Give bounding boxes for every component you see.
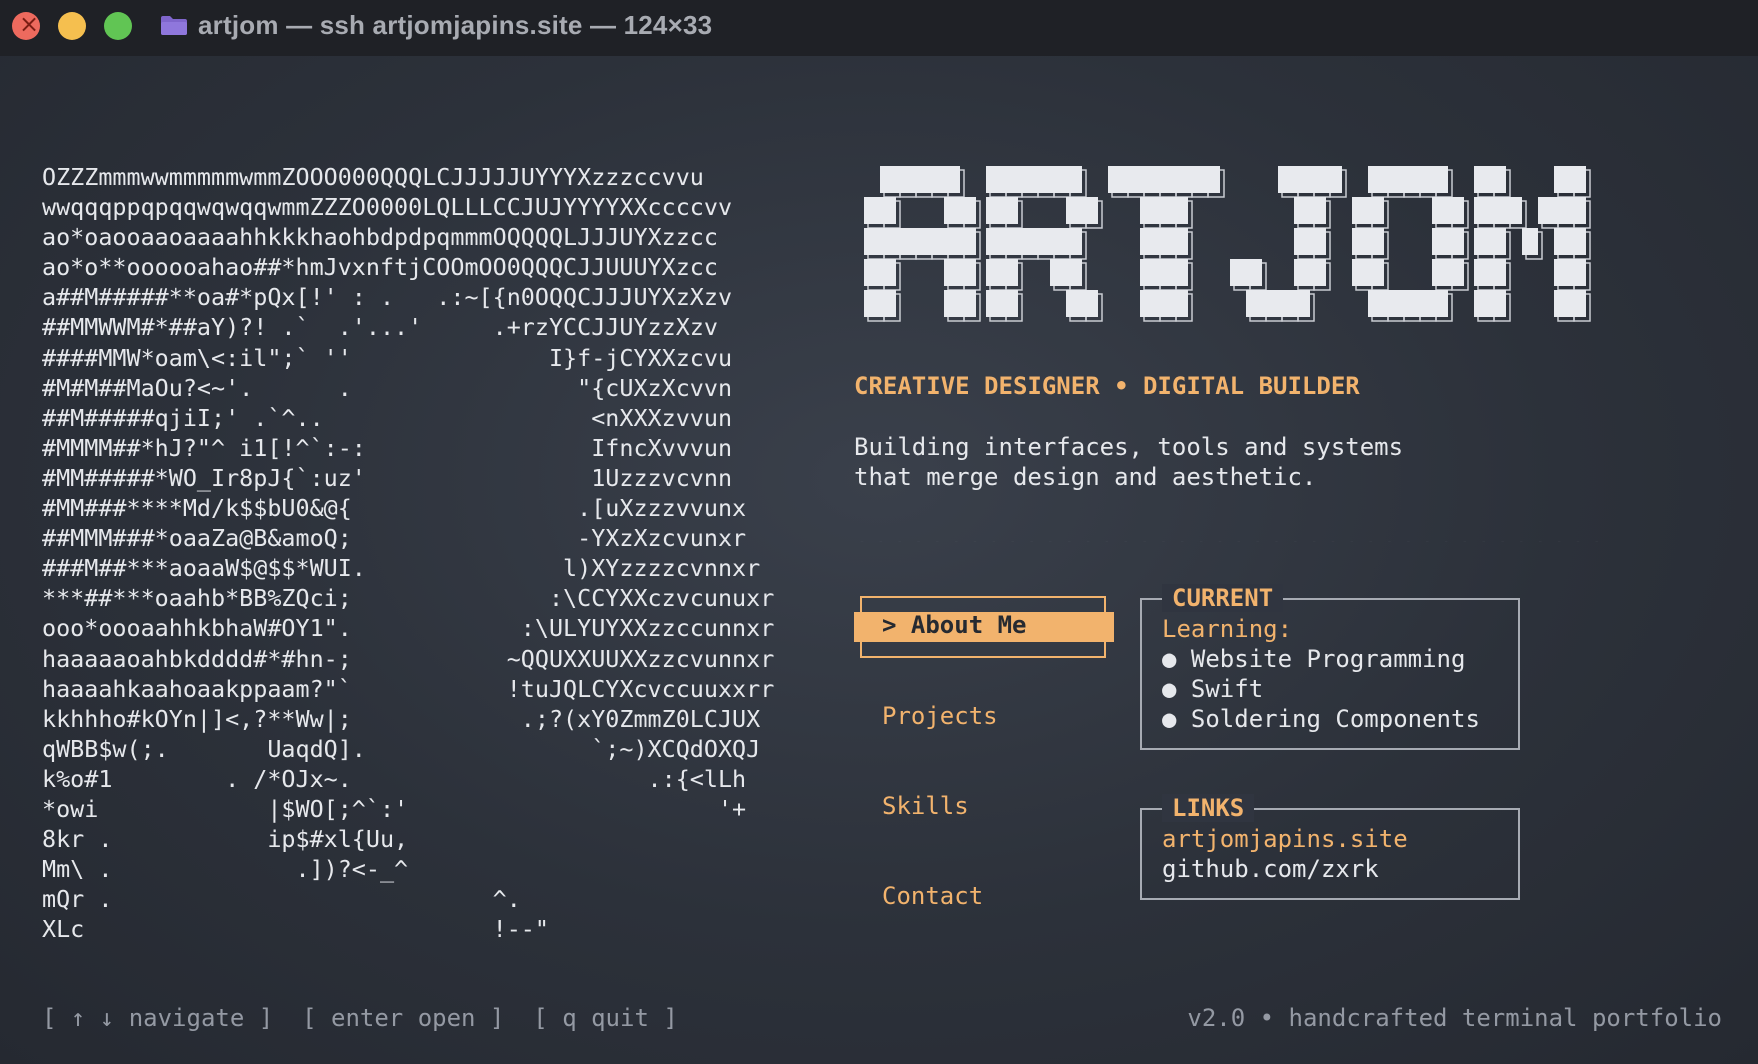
hint-navigate: [ ↑ ↓ navigate ] bbox=[42, 1004, 274, 1032]
minimize-icon[interactable] bbox=[58, 12, 86, 40]
window-title: artjom — ssh artjomjapins.site — 124×33 bbox=[198, 10, 713, 40]
close-icon[interactable] bbox=[12, 10, 40, 40]
hint-quit: [ q quit ] bbox=[533, 1004, 678, 1032]
bullet-icon: ● bbox=[1162, 645, 1177, 673]
links-panel-title: LINKS bbox=[1162, 794, 1255, 822]
current-panel-title: CURRENT bbox=[1162, 584, 1284, 612]
learning-item: ● Soldering Components bbox=[1162, 705, 1480, 733]
title-bar: artjom — ssh artjomjapins.site — 124×33 bbox=[0, 0, 1758, 56]
dotted-divider: ........................................… bbox=[856, 526, 1610, 542]
maximize-icon[interactable] bbox=[104, 12, 132, 40]
website-link[interactable]: artjomjapins.site bbox=[1162, 825, 1408, 853]
menu-item-about-me[interactable]: > About Me bbox=[854, 596, 1114, 658]
learning-item: ● Swift bbox=[1162, 675, 1264, 703]
bio-line-1: Building interfaces, tools and systems bbox=[854, 433, 1404, 461]
learning-item: ● Website Programming bbox=[1162, 645, 1466, 673]
selection-caret: > bbox=[882, 611, 911, 639]
bio-text: Building interfaces, tools and systems t… bbox=[854, 432, 1403, 492]
ascii-portrait: OZZZmmmwwmmmmmwmmZOOO000QQQLCJJJJJUYYYXz… bbox=[42, 163, 775, 944]
bullet-icon: ● bbox=[1162, 705, 1177, 733]
links-panel: LINKS artjomjapins.site github.com/zxrk bbox=[1140, 794, 1520, 900]
menu-item-skills[interactable]: Skills bbox=[882, 792, 969, 820]
menu-item-projects[interactable]: Projects bbox=[882, 702, 998, 730]
github-link[interactable]: github.com/zxrk bbox=[1162, 855, 1379, 883]
menu-item-contact[interactable]: Contact bbox=[882, 882, 983, 910]
learning-heading: Learning: bbox=[1162, 615, 1293, 643]
current-panel: CURRENT Learning: ● Website Programming … bbox=[1140, 584, 1520, 750]
hint-enter-open: [ enter open ] bbox=[302, 1004, 505, 1032]
bio-line-2: that merge design and aesthetic. bbox=[854, 463, 1317, 491]
version-info: v2.0 • handcrafted terminal portfolio bbox=[1187, 1004, 1722, 1032]
folder-icon bbox=[161, 16, 187, 35]
terminal-window: artjom — ssh artjomjapins.site — 124×33 … bbox=[0, 0, 1758, 1064]
menu-item-label: About Me bbox=[910, 611, 1027, 639]
bullet-icon: ● bbox=[1162, 675, 1177, 703]
keyboard-hints: [ ↑ ↓ navigate ] [ enter open ] [ q quit… bbox=[42, 1004, 678, 1032]
tagline: CREATIVE DESIGNER • DIGITAL BUILDER bbox=[854, 372, 1360, 400]
artjom-block-logo bbox=[864, 166, 1591, 322]
